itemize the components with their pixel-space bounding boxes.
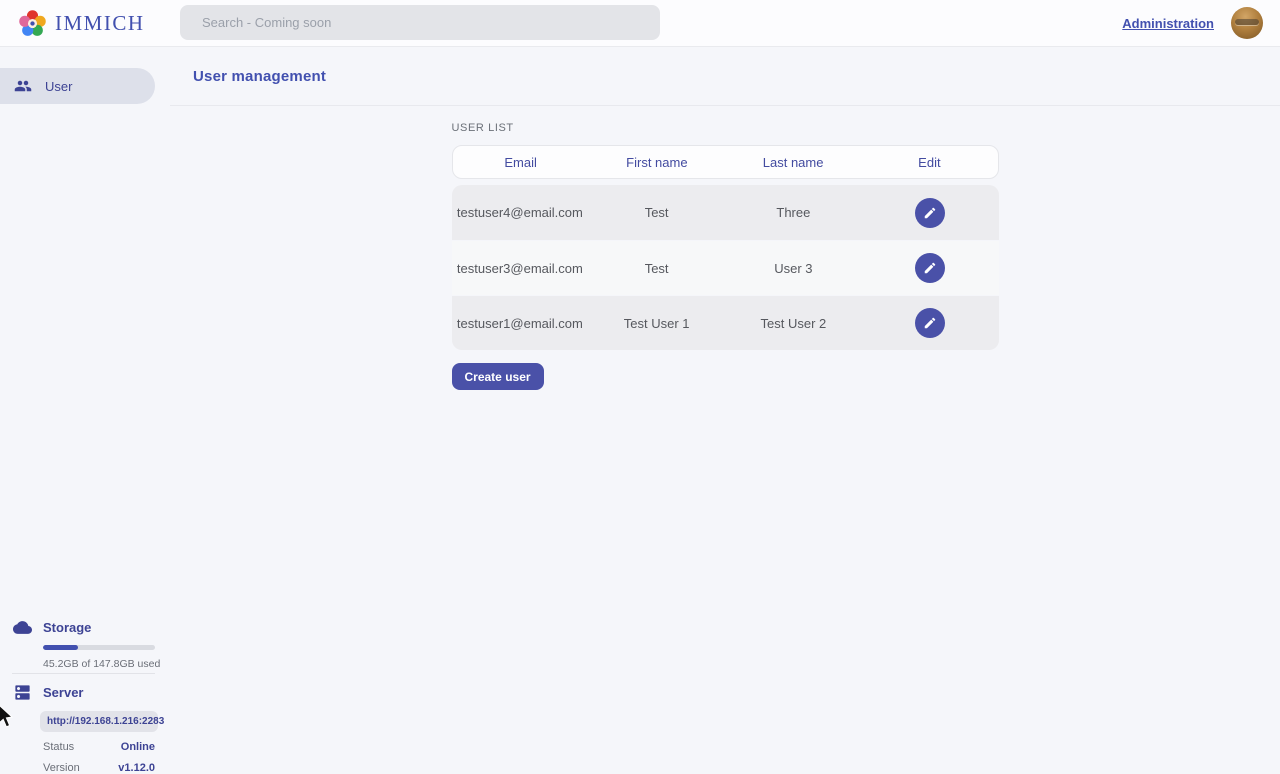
table-row: testuser4@email.com Test Three <box>452 185 999 240</box>
content-area: USER LIST EmailFirst nameLast nameEdit t… <box>170 106 1280 390</box>
cell-last-name: User 3 <box>725 261 862 276</box>
storage-title: Storage <box>43 620 91 635</box>
cell-edit <box>862 308 999 338</box>
pencil-icon <box>923 261 937 275</box>
sidebar-item-label: User <box>45 79 72 94</box>
pencil-icon <box>923 316 937 330</box>
server-section: Server http://192.168.1.216:2283 Status … <box>0 683 170 774</box>
top-bar: IMMICH Administration <box>0 0 1280 47</box>
cell-last-name: Test User 2 <box>725 316 862 331</box>
server-title: Server <box>43 685 83 700</box>
server-header: Server <box>0 683 170 702</box>
server-info-list: Status Online Version v1.12.0 <box>0 741 170 774</box>
cell-first-name: Test User 1 <box>588 316 725 331</box>
administration-link[interactable]: Administration <box>1122 16 1214 31</box>
storage-progress-bar <box>43 645 155 650</box>
storage-progress-fill <box>43 645 78 650</box>
search-input[interactable] <box>180 5 660 40</box>
column-header: Last name <box>725 155 861 170</box>
user-avatar[interactable] <box>1231 7 1263 39</box>
user-table: testuser4@email.com Test Three testuser3… <box>452 185 999 350</box>
sidebar-divider <box>12 673 155 674</box>
table-header-row: EmailFirst nameLast nameEdit <box>452 145 999 179</box>
page-header: User management <box>170 47 1280 106</box>
table-row: testuser3@email.com Test User 3 <box>452 240 999 295</box>
create-user-button[interactable]: Create user <box>452 363 544 390</box>
immich-logo-icon <box>18 9 47 38</box>
cell-edit <box>862 253 999 283</box>
page-title: User management <box>193 68 326 85</box>
cell-first-name: Test <box>588 261 725 276</box>
main-content: User management USER LIST EmailFirst nam… <box>170 47 1280 730</box>
edit-user-button[interactable] <box>915 308 945 338</box>
cell-email: testuser4@email.com <box>452 205 589 220</box>
brand[interactable]: IMMICH <box>0 9 162 38</box>
server-url-chip: http://192.168.1.216:2283 <box>40 711 158 732</box>
section-label: USER LIST <box>452 122 999 134</box>
sidebar: User Storage 45.2GB of 147.8GB used Serv… <box>0 47 170 730</box>
server-info-row: Version v1.12.0 <box>43 762 155 774</box>
server-info-value: v1.12.0 <box>118 762 155 774</box>
brand-name: IMMICH <box>55 11 145 36</box>
column-header: First name <box>589 155 725 170</box>
storage-usage-text: 45.2GB of 147.8GB used <box>43 658 170 670</box>
pencil-icon <box>923 206 937 220</box>
server-icon <box>13 683 32 702</box>
cloud-icon <box>13 618 32 637</box>
cell-email: testuser1@email.com <box>452 316 589 331</box>
server-info-label: Status <box>43 741 74 753</box>
cell-last-name: Three <box>725 205 862 220</box>
cell-edit <box>862 198 999 228</box>
search-bar[interactable] <box>180 5 660 40</box>
table-row: testuser1@email.com Test User 1 Test Use… <box>452 295 999 350</box>
cell-email: testuser3@email.com <box>452 261 589 276</box>
sidebar-item-user[interactable]: User <box>0 68 155 104</box>
server-info-value: Online <box>121 741 155 753</box>
column-header: Edit <box>861 155 997 170</box>
server-info-label: Version <box>43 762 80 774</box>
topbar-right: Administration <box>1122 7 1280 39</box>
edit-user-button[interactable] <box>915 253 945 283</box>
storage-section: Storage 45.2GB of 147.8GB used <box>0 618 170 670</box>
storage-header: Storage <box>0 618 170 637</box>
edit-user-button[interactable] <box>915 198 945 228</box>
server-info-row: Status Online <box>43 741 155 753</box>
user-list-container: USER LIST EmailFirst nameLast nameEdit t… <box>452 122 999 390</box>
column-header: Email <box>453 155 589 170</box>
users-icon <box>14 77 32 95</box>
cell-first-name: Test <box>588 205 725 220</box>
